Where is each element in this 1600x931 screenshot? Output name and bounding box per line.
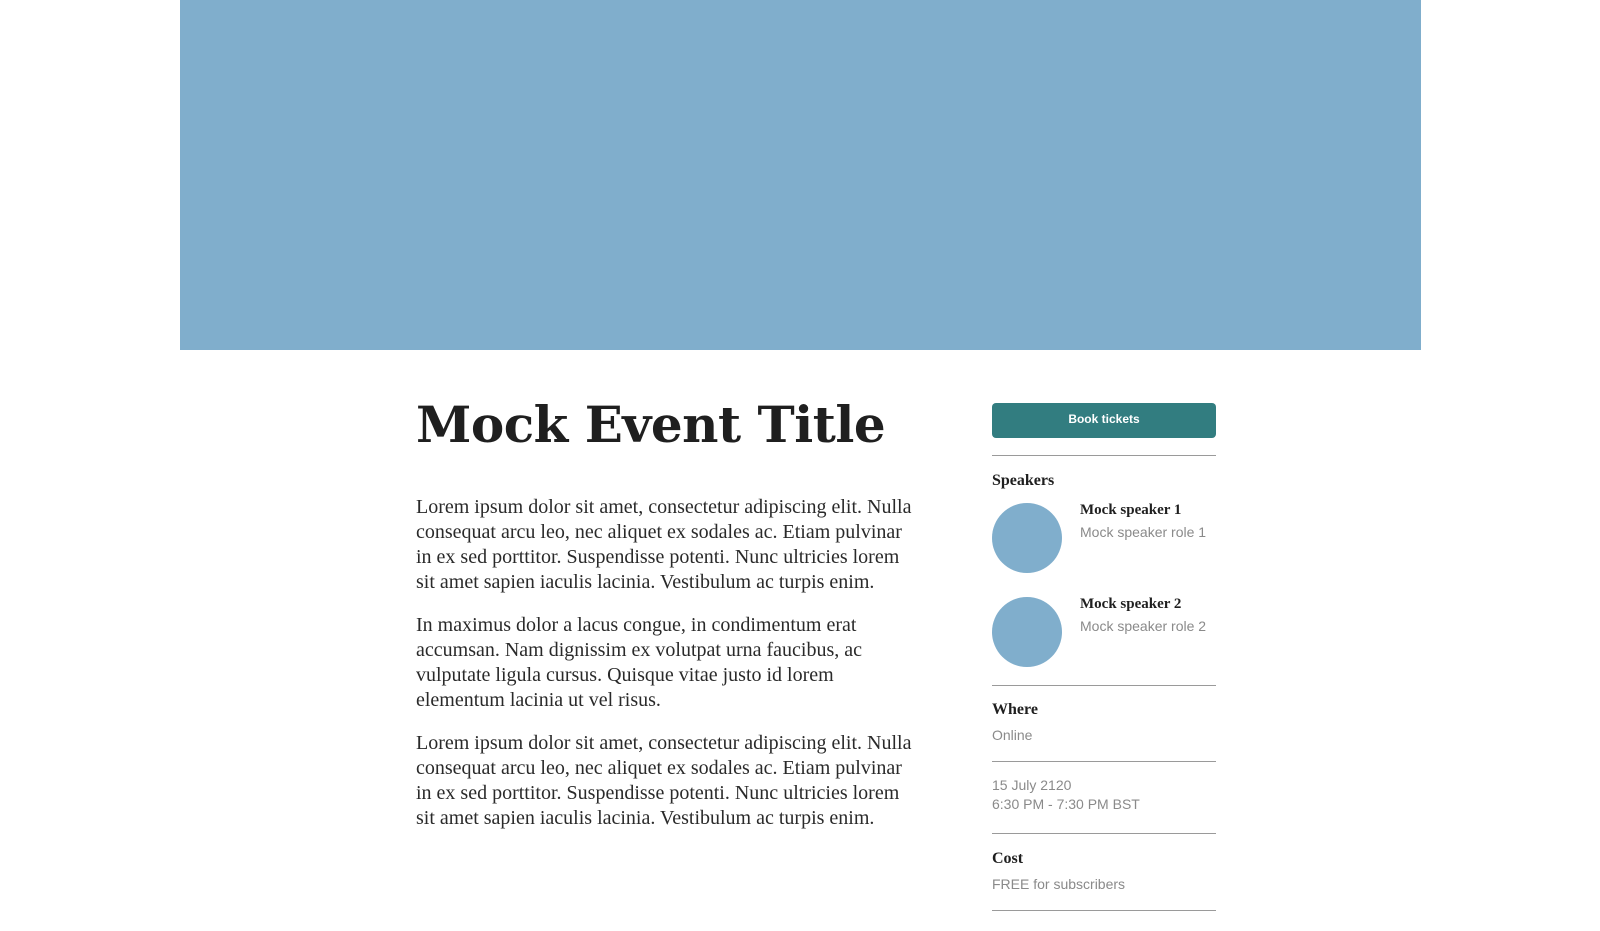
where-value: Online (992, 727, 1033, 743)
speaker-info: Mock speaker 2 Mock speaker role 2 (1080, 596, 1216, 634)
where-heading: Where (992, 701, 1038, 718)
speaker-role: Mock speaker role 1 (1080, 524, 1207, 540)
event-time: 6:30 PM - 7:30 PM BST (992, 796, 1140, 812)
cost-heading: Cost (992, 850, 1024, 867)
speakers-heading: Speakers (992, 472, 1055, 489)
event-main: Mock Event Title Lorem ipsum dolor sit a… (416, 395, 916, 849)
event-sidebar: Book tickets Speakers Mock speaker 1 Moc… (992, 403, 1216, 911)
description-paragraph: Lorem ipsum dolor sit amet, consectetur … (416, 732, 912, 829)
divider (992, 685, 1216, 686)
speaker-name: Mock speaker 1 (1080, 502, 1182, 518)
speaker-card: Mock speaker 1 Mock speaker role 1 (992, 502, 1216, 597)
speaker-role: Mock speaker role 2 (1080, 618, 1207, 634)
speaker-avatar (992, 503, 1062, 573)
divider (992, 455, 1216, 456)
event-title: Mock Event Title (416, 395, 886, 454)
description-paragraph: In maximus dolor a lacus congue, in cond… (416, 614, 862, 711)
speaker-avatar (992, 597, 1062, 667)
cost-value: FREE for subscribers (992, 876, 1126, 892)
description-paragraph: Lorem ipsum dolor sit amet, consectetur … (416, 496, 912, 593)
speaker-card: Mock speaker 2 Mock speaker role 2 (992, 596, 1216, 691)
divider (992, 910, 1216, 911)
divider (992, 833, 1216, 834)
divider (992, 761, 1216, 762)
event-date: 15 July 2120 (992, 777, 1072, 793)
hero-image (180, 0, 1421, 350)
speaker-name: Mock speaker 2 (1080, 596, 1182, 612)
book-tickets-button[interactable]: Book tickets (992, 403, 1216, 438)
speaker-info: Mock speaker 1 Mock speaker role 1 (1080, 502, 1216, 540)
